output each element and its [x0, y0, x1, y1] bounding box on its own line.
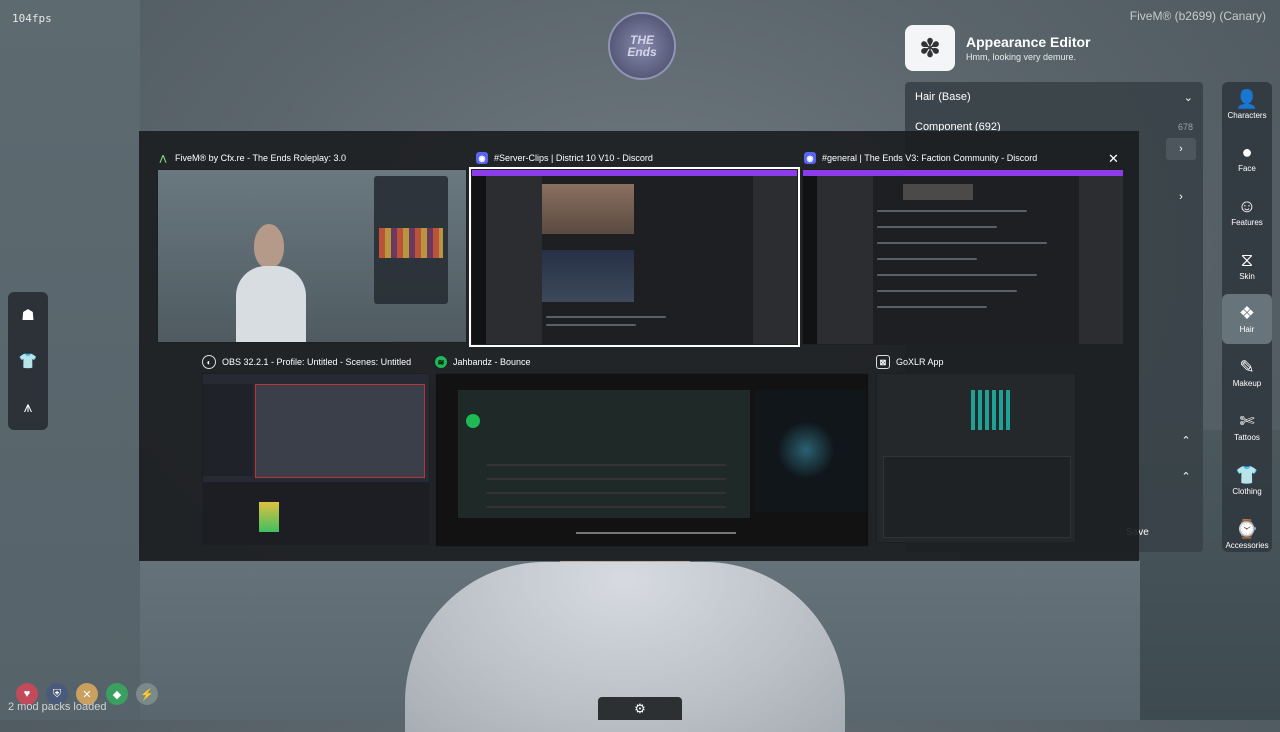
- taskbar-app-icon[interactable]: ⚙: [598, 697, 682, 720]
- window-thumbnail: [157, 169, 467, 343]
- thirst-icon: ◆: [106, 683, 128, 705]
- dna-icon: ⧖: [1240, 250, 1254, 270]
- component-value[interactable]: 678: [1178, 122, 1193, 132]
- window-thumbnail: [435, 373, 869, 547]
- sidebar-item-accessories[interactable]: ⌚ Accessories: [1222, 510, 1272, 560]
- window-title-bar: ◉ #Server-Clips | District 10 V10 - Disc…: [476, 147, 653, 169]
- window-thumbnail: [802, 169, 1124, 345]
- chevron-down-icon[interactable]: ⌄: [1184, 91, 1193, 104]
- chevron-right-icon[interactable]: ›: [1166, 138, 1196, 160]
- sidebar-item-label: Makeup: [1232, 379, 1262, 388]
- obs-icon: ◐: [202, 355, 216, 369]
- window-switcher: ⋀ FiveM® by Cfx.re - The Ends Roleplay: …: [139, 131, 1139, 561]
- goxlr-icon: ⊠: [876, 355, 890, 369]
- server-logo-line2: Ends: [627, 45, 657, 59]
- sidebar-item-label: Features: [1231, 218, 1263, 227]
- sidebar-item-label: Tattoos: [1234, 433, 1260, 442]
- mod-packs-status: 2 mod packs loaded: [8, 701, 107, 713]
- window-goxlr[interactable]: ⊠ GoXLR App: [876, 351, 1076, 547]
- features-icon: ☺: [1237, 196, 1257, 216]
- window-title: GoXLR App: [896, 357, 944, 367]
- stamina-icon: ⚡: [136, 683, 158, 705]
- window-title-bar: ⊠ GoXLR App: [876, 351, 944, 373]
- window-title: #Server-Clips | District 10 V10 - Discor…: [494, 153, 653, 163]
- pants-icon[interactable]: ⩚: [24, 399, 32, 416]
- window-fivem[interactable]: ⋀ FiveM® by Cfx.re - The Ends Roleplay: …: [157, 147, 467, 343]
- discord-icon: ◉: [804, 152, 816, 164]
- window-title-bar: ≋ Jahbandz - Bounce: [435, 351, 531, 373]
- sidebar-item-label: Face: [1238, 164, 1256, 173]
- sidebar-item-label: Skin: [1239, 272, 1255, 281]
- close-icon[interactable]: ✕: [1108, 151, 1119, 167]
- window-spotify[interactable]: ≋ Jahbandz - Bounce: [435, 351, 869, 547]
- chevron-up-icon[interactable]: ⌃: [1174, 466, 1198, 486]
- section-label: Hair (Base): [915, 91, 971, 103]
- quick-toolbar: ☗ 👕 ⩚: [8, 292, 48, 430]
- sidebar-item-makeup[interactable]: ✎ Makeup: [1222, 348, 1272, 398]
- editor-title: Appearance Editor: [966, 34, 1091, 50]
- shirt-icon: 👕: [1235, 465, 1259, 485]
- sidebar-item-features[interactable]: ☺ Features: [1222, 187, 1272, 237]
- server-logo: THE Ends: [608, 12, 676, 80]
- sidebar-item-label: Hair: [1239, 325, 1255, 334]
- appearance-editor-icon: ✽: [905, 25, 955, 71]
- shirt-icon[interactable]: 👕: [19, 352, 38, 370]
- sidebar-item-skin[interactable]: ⧖ Skin: [1222, 241, 1272, 291]
- sidebar-item-clothing[interactable]: 👕 Clothing: [1222, 456, 1272, 506]
- sidebar-item-label: Characters: [1227, 111, 1267, 120]
- window-title: OBS 32.2.1 - Profile: Untitled - Scenes:…: [222, 357, 412, 367]
- chevron-right-icon[interactable]: ›: [1166, 186, 1196, 208]
- window-title-bar: ◐ OBS 32.2.1 - Profile: Untitled - Scene…: [202, 351, 411, 373]
- window-title-bar: ◉ #general | The Ends V3: Faction Commun…: [804, 147, 1037, 169]
- discord-icon: ◉: [476, 152, 488, 164]
- chevron-up-icon[interactable]: ⌃: [1174, 430, 1198, 450]
- sidebar-item-tattoos[interactable]: ✄ Tattoos: [1222, 402, 1272, 452]
- window-thumbnail: [202, 373, 430, 545]
- window-title: #general | The Ends V3: Faction Communit…: [822, 153, 1038, 163]
- window-thumbnail: [469, 167, 800, 347]
- window-thumbnail: [876, 373, 1076, 543]
- sidebar-item-label: Clothing: [1232, 487, 1262, 496]
- face-icon: ●: [1241, 142, 1253, 162]
- hair-icon: ❖: [1238, 303, 1256, 323]
- spotify-icon: ≋: [435, 356, 447, 368]
- build-info: FiveM® (b2699) (Canary): [1129, 9, 1266, 23]
- tattoo-icon: ✄: [1239, 411, 1255, 431]
- sidebar-item-hair[interactable]: ❖ Hair: [1222, 294, 1272, 344]
- mask-icon[interactable]: ☗: [21, 306, 34, 324]
- person-icon: 👤: [1235, 89, 1259, 109]
- sidebar-item-characters[interactable]: 👤 Characters: [1222, 80, 1272, 130]
- sidebar-item-label: Accessories: [1225, 541, 1269, 550]
- brush-icon: ✎: [1239, 357, 1255, 377]
- window-title-bar: ⋀ FiveM® by Cfx.re - The Ends Roleplay: …: [157, 147, 346, 169]
- window-discord-server-clips[interactable]: ◉ #Server-Clips | District 10 V10 - Disc…: [469, 147, 800, 347]
- window-title: FiveM® by Cfx.re - The Ends Roleplay: 3.…: [175, 153, 347, 163]
- fps-counter: 104fps: [12, 12, 52, 25]
- hair-base-section[interactable]: Hair (Base) ⌄: [905, 82, 1203, 112]
- window-discord-general[interactable]: ◉ #general | The Ends V3: Faction Commun…: [800, 147, 1124, 345]
- window-obs[interactable]: ◐ OBS 32.2.1 - Profile: Untitled - Scene…: [202, 351, 430, 547]
- window-title: Jahbandz - Bounce: [453, 357, 531, 367]
- watch-icon: ⌚: [1235, 519, 1259, 539]
- sidebar-item-face[interactable]: ● Face: [1222, 133, 1272, 183]
- fivem-icon: ⋀: [159, 153, 167, 163]
- editor-subtitle: Hmm, looking very demure.: [966, 52, 1077, 62]
